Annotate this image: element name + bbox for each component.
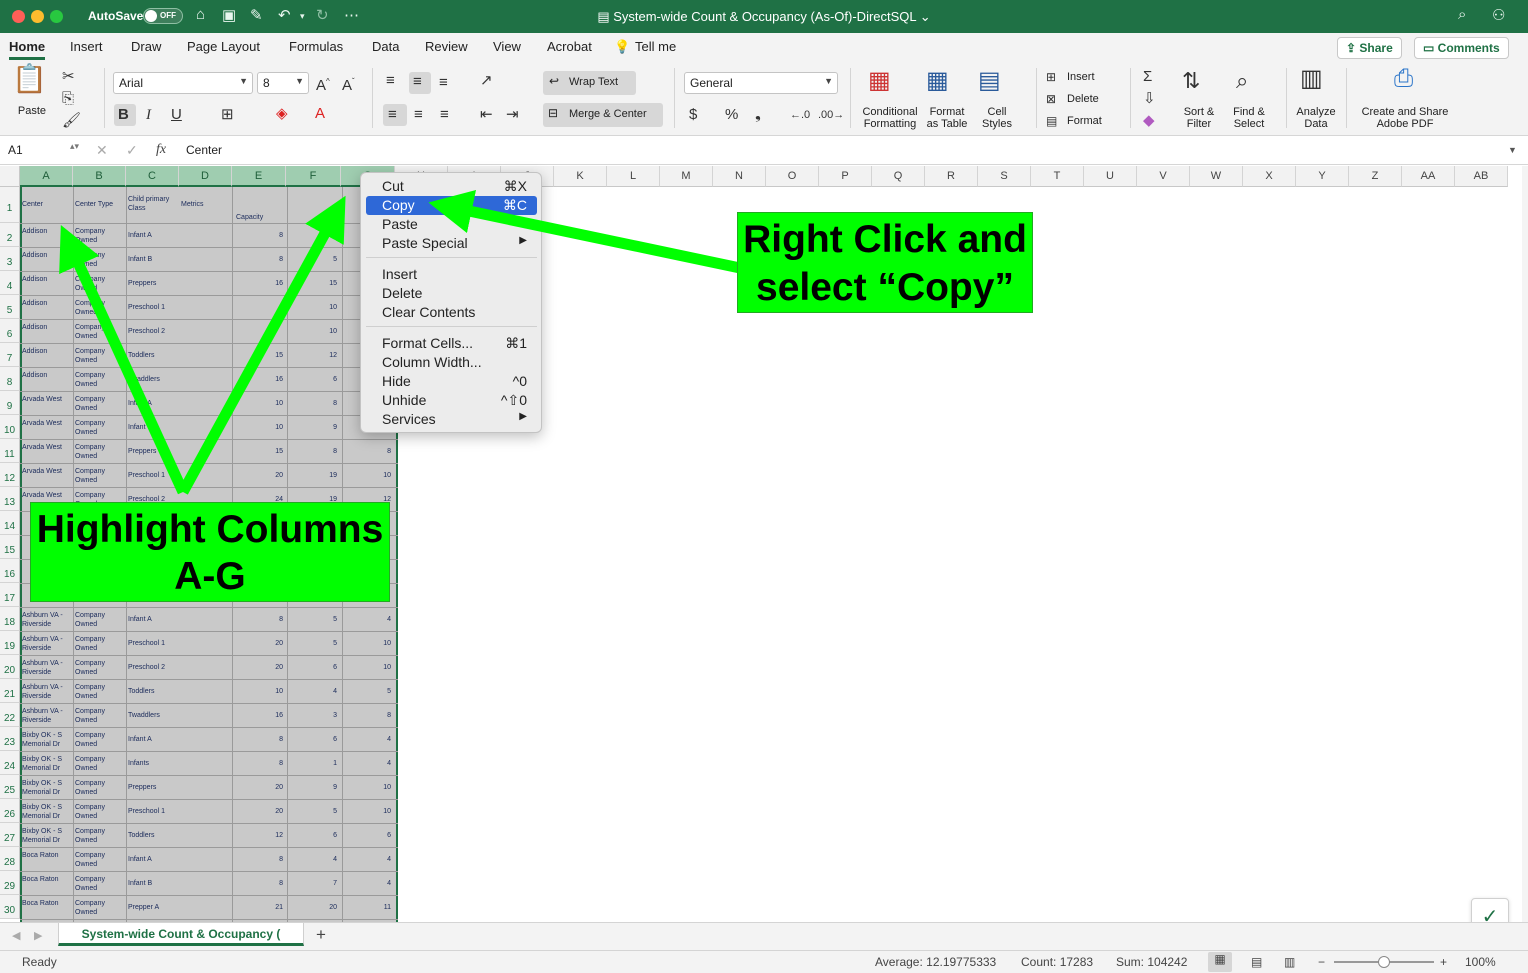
annotation-arrows	[59, 189, 742, 495]
status-sum: Sum: 104242	[1116, 955, 1188, 969]
callout-right-click: Right Click and select “Copy”	[737, 212, 1033, 313]
next-sheet-icon[interactable]: ▶	[34, 929, 42, 942]
zoom-out-icon[interactable]: −	[1318, 955, 1325, 969]
arrow-to-column-g	[178, 195, 346, 495]
callout-right-line-2: select “Copy”	[756, 266, 1014, 309]
normal-view-icon[interactable]: ▦	[1208, 952, 1232, 972]
prev-sheet-icon[interactable]: ◀	[12, 929, 20, 942]
callout-highlight-columns: Highlight Columns A-G	[30, 502, 390, 602]
add-sheet-button[interactable]: +	[316, 925, 326, 945]
zoom-in-icon[interactable]: +	[1440, 955, 1447, 969]
sheet-tab-active[interactable]: System-wide Count & Occupancy (	[58, 923, 304, 946]
callout-left-line-2: A-G	[174, 555, 246, 598]
status-mode: Ready	[22, 955, 57, 969]
callout-right-line-1: Right Click and	[743, 218, 1027, 261]
zoom-slider[interactable]	[1334, 956, 1434, 968]
zoom-level: 100%	[1465, 955, 1496, 969]
arrow-to-copy	[428, 189, 742, 274]
status-count: Count: 17283	[1021, 955, 1094, 969]
arrow-to-column-a	[59, 224, 189, 495]
page-break-view-icon[interactable]: ▥	[1284, 955, 1295, 969]
status-bar: Ready Average: 12.19775333 Count: 17283 …	[0, 950, 1528, 973]
zoom-slider-knob[interactable]	[1378, 956, 1390, 968]
page-layout-view-icon[interactable]: ▤	[1251, 955, 1262, 969]
sheet-tab-bar: ◀ ▶ System-wide Count & Occupancy ( +	[0, 922, 1528, 950]
status-average: Average: 12.19775333	[875, 955, 997, 969]
callout-left-line-1: Highlight Columns	[36, 508, 384, 551]
